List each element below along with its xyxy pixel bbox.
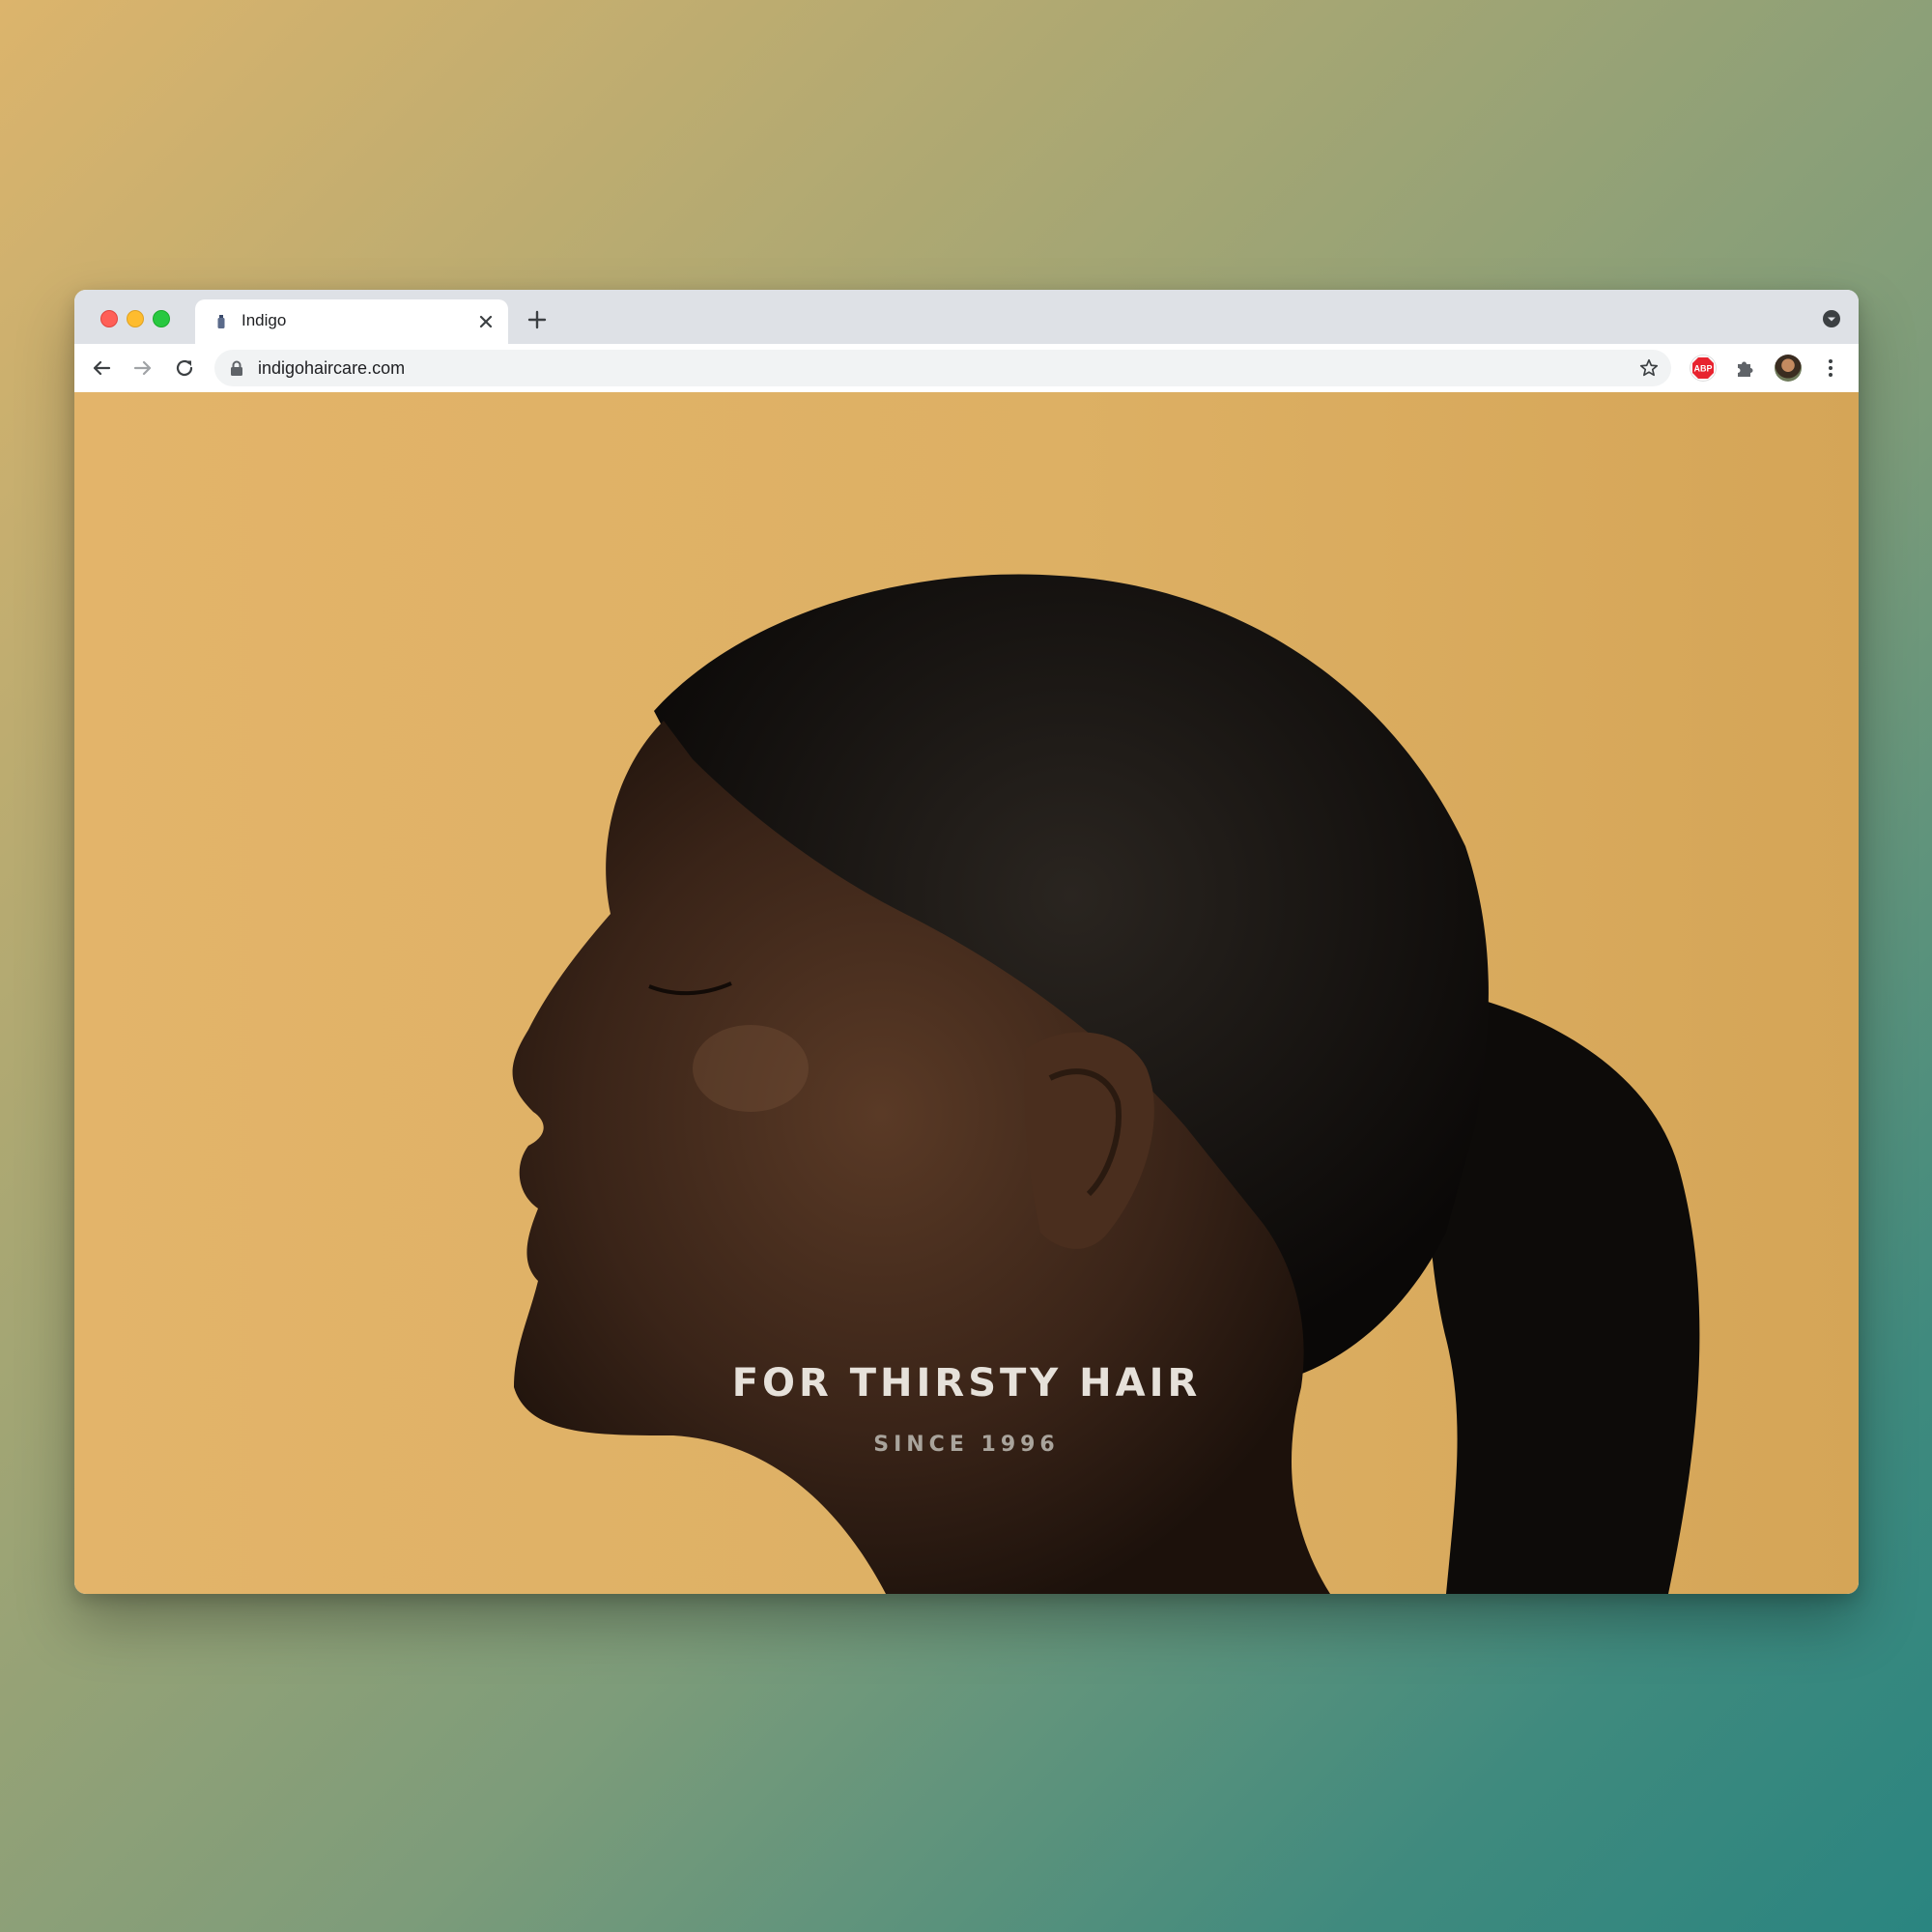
plus-icon[interactable] (525, 307, 550, 332)
hero-headline: FOR THIRSTY HAIR (731, 1361, 1202, 1406)
close-icon[interactable] (475, 311, 497, 332)
zoom-window-button[interactable] (153, 310, 170, 327)
toolbar: indigohaircare.com ABP (74, 344, 1859, 393)
kebab-menu-icon[interactable] (1819, 356, 1842, 380)
reload-icon[interactable] (173, 356, 196, 380)
address-bar[interactable]: indigohaircare.com (214, 350, 1671, 386)
tab-search-icon[interactable] (1822, 309, 1841, 328)
tab-indigo[interactable]: Indigo (195, 299, 508, 344)
indigo-favicon-icon (217, 315, 225, 328)
back-arrow-icon[interactable] (90, 356, 113, 380)
abp-extension-button[interactable]: ABP (1690, 355, 1717, 382)
avatar[interactable] (1775, 355, 1802, 382)
lock-icon[interactable] (230, 360, 243, 376)
star-icon[interactable] (1638, 357, 1660, 379)
abp-icon: ABP (1692, 357, 1714, 379)
hero-portrait-image (512, 574, 1700, 1594)
url-text[interactable]: indigohaircare.com (258, 358, 405, 379)
tab-strip: Indigo (74, 290, 1859, 344)
minimize-window-button[interactable] (127, 310, 144, 327)
puzzle-icon[interactable] (1734, 356, 1757, 380)
hero-subheadline: SINCE 1996 (873, 1433, 1060, 1457)
abp-label: ABP (1693, 364, 1712, 374)
close-window-button[interactable] (100, 310, 118, 327)
forward-arrow-icon[interactable] (131, 356, 155, 380)
browser-window: Indigo indigohaircare.com ABP FOR THIRST… (74, 290, 1859, 1594)
tab-title: Indigo (242, 311, 287, 329)
hero-section: FOR THIRSTY HAIR SINCE 1996 (74, 392, 1859, 1594)
